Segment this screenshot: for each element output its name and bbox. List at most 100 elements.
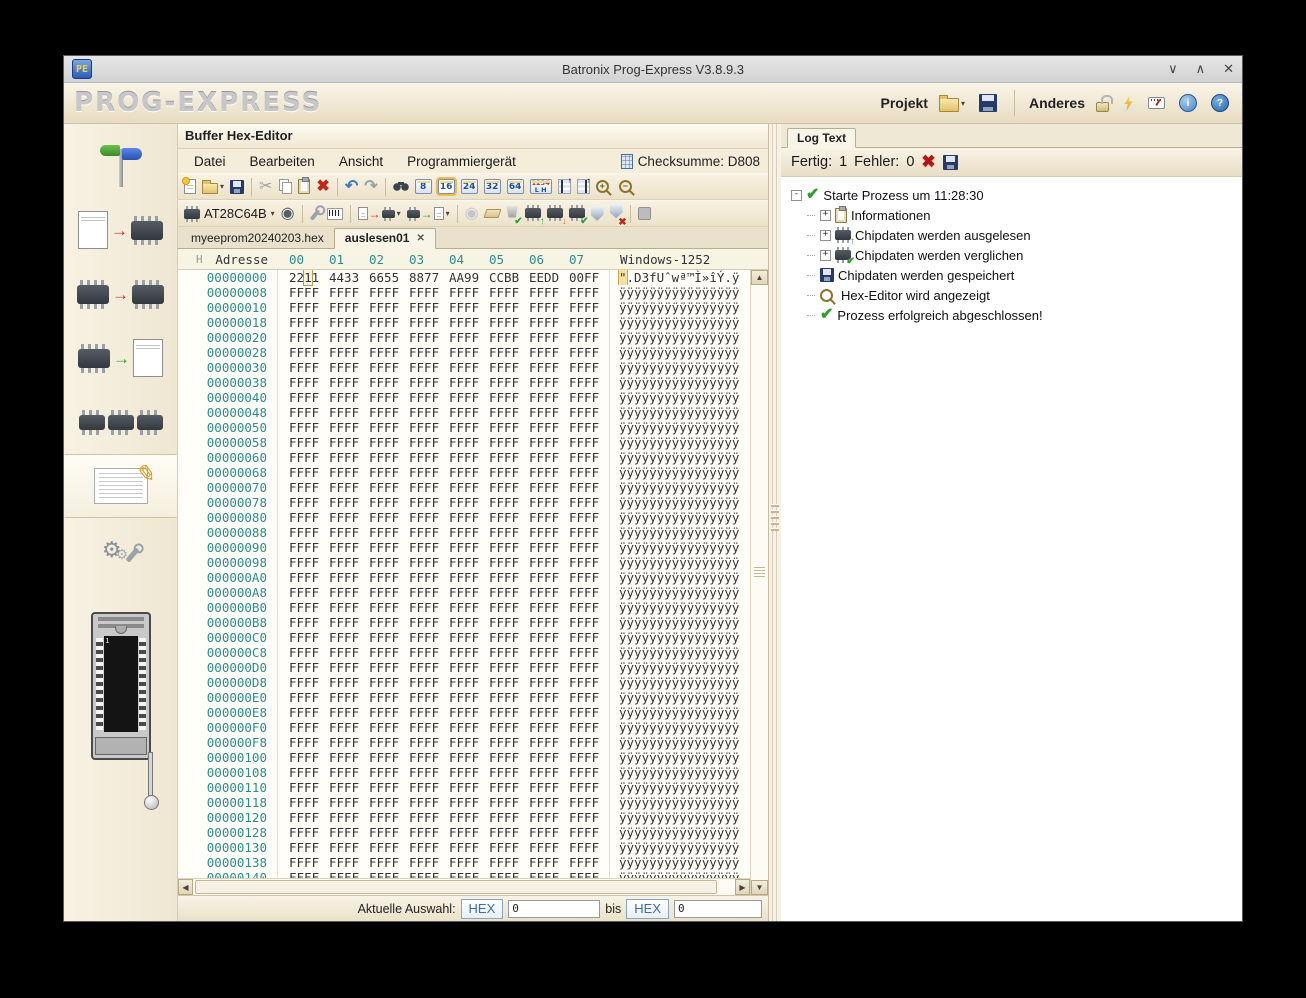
hex-row[interactable]: 00000030FFFFFFFFFFFFFFFFFFFFFFFFFFFFFFFF… [178,360,750,375]
hex-row[interactable]: 000000B0FFFFFFFFFFFFFFFFFFFFFFFFFFFFFFFF… [178,600,750,615]
hex-row[interactable]: 00000040FFFFFFFFFFFFFFFFFFFFFFFFFFFFFFFF… [178,390,750,405]
view-8-button[interactable]: 8 [413,176,434,197]
hex-row[interactable]: 000000B8FFFFFFFFFFFFFFFFFFFFFFFFFFFFFFFF… [178,615,750,630]
minimize-icon[interactable]: ∨ [1168,61,1178,77]
panel-splitter[interactable] [769,124,781,921]
write-chip-button[interactable]: →▾ [356,203,403,224]
hex-row[interactable]: 00000008FFFFFFFFFFFFFFFFFFFFFFFFFFFFFFFF… [178,285,750,300]
clear-log-icon[interactable]: ✖ [921,152,935,172]
blank-check-button[interactable]: ✔ [504,203,521,224]
hex-row[interactable]: 000000A0FFFFFFFFFFFFFFFFFFFFFFFFFFFFFFFF… [178,570,750,585]
hex-row[interactable]: 00000128FFFFFFFFFFFFFFFFFFFFFFFFFFFFFFFF… [178,825,750,840]
selection-to-input[interactable] [674,900,762,918]
tree-expander-icon[interactable]: + [820,230,831,241]
tree-expander-icon[interactable]: + [820,210,831,221]
view-lh-button[interactable]: 1234L H [528,176,554,197]
hex-row[interactable]: 000000D0FFFFFFFFFFFFFFFFFFFFFFFFFFFFFFFF… [178,660,750,675]
paste-button[interactable] [296,176,312,197]
open-project-button[interactable]: ▾ [936,93,968,114]
insert-column-right-button[interactable]: ↑ [575,176,592,197]
hex-row[interactable]: 00000090FFFFFFFFFFFFFFFFFFFFFFFFFFFFFFFF… [178,540,750,555]
log-hexeditor[interactable]: Hex-Editor wird angezeigt [791,285,1242,305]
stop-button[interactable] [636,203,653,224]
hex-row[interactable]: 00000130FFFFFFFFFFFFFFFFFFFFFFFFFFFFFFFF… [178,840,750,855]
help-button[interactable]: ? [1208,92,1232,114]
unlock-button[interactable] [1093,93,1112,114]
save-project-button[interactable] [976,92,1000,114]
log-ausgelesen[interactable]: +↑Chipdaten werden ausgelesen [791,225,1242,245]
hex-row[interactable]: 000000002211443366558877AA99CCBBEEDD00FF… [178,270,750,285]
hex-row[interactable]: 00000138FFFFFFFFFFFFFFFFFFFFFFFFFFFFFFFF… [178,855,750,870]
hex-row[interactable]: 00000088FFFFFFFFFFFFFFFFFFFFFFFFFFFFFFFF… [178,525,750,540]
menu-ansicht[interactable]: Ansicht [339,154,383,169]
sidebar-copy-chip[interactable]: → [64,262,177,326]
hex-row[interactable]: 00000048FFFFFFFFFFFFFFFFFFFFFFFFFFFFFFFF… [178,405,750,420]
hex-row[interactable]: 000000F0FFFFFFFFFFFFFFFFFFFFFFFFFFFFFFFF… [178,720,750,735]
fingerprint-disabled-button[interactable]: ◉ [463,203,481,224]
horizontal-scrollbar[interactable]: ◀ ▶ [178,878,750,895]
hex-row[interactable]: 000000C0FFFFFFFFFFFFFFFFFFFFFFFFFFFFFFFF… [178,630,750,645]
delete-button[interactable]: ✖ [314,176,331,197]
hex-row[interactable]: 00000100FFFFFFFFFFFFFFFFFFFFFFFFFFFFFFFF… [178,750,750,765]
undo-button[interactable]: ↶ [343,176,360,197]
hex-row[interactable]: 00000110FFFFFFFFFFFFFFFFFFFFFFFFFFFFFFFF… [178,780,750,795]
info-button[interactable]: i [1176,92,1200,114]
sidebar-read-chip[interactable]: → [64,326,177,390]
copy-button[interactable] [276,176,294,197]
open-button[interactable]: ▾ [200,176,226,197]
log-verglichen[interactable]: +✔Chipdaten werden verglichen [791,245,1242,265]
hex-row[interactable]: 00000068FFFFFFFFFFFFFFFFFFFFFFFFFFFFFFFF… [178,465,750,480]
close-icon[interactable]: ✕ [1223,61,1234,77]
hex-row[interactable]: 00000140FFFFFFFFFFFFFFFFFFFFFFFFFFFFFFFF… [178,870,750,878]
barcode-button[interactable] [325,203,345,224]
hex-row[interactable]: 00000010FFFFFFFFFFFFFFFFFFFFFFFFFFFFFFFF… [178,300,750,315]
cut-button[interactable]: ✂ [257,176,274,197]
hex-row[interactable]: 00000020FFFFFFFFFFFFFFFFFFFFFFFFFFFFFFFF… [178,330,750,345]
sidebar-program-chip[interactable]: → [64,198,177,262]
scroll-down-icon[interactable]: ▼ [751,880,768,895]
scroll-up-icon[interactable]: ▲ [751,270,768,285]
hex-row[interactable]: 00000060FFFFFFFFFFFFFFFFFFFFFFFFFFFFFFFF… [178,450,750,465]
scroll-right-icon[interactable]: ▶ [735,879,750,895]
menu-datei[interactable]: Datei [194,154,226,169]
view-24-button[interactable]: 24 [459,176,480,197]
splitter-grip[interactable] [771,499,779,537]
hex-row[interactable]: 000000D8FFFFFFFFFFFFFFFFFFFFFFFFFFFFFFFF… [178,675,750,690]
menu-bearbeiten[interactable]: Bearbeiten [250,154,315,169]
hex-row[interactable]: 00000078FFFFFFFFFFFFFFFFFFFFFFFFFFFFFFFF… [178,495,750,510]
sidebar-hex-editor[interactable]: ✎ [64,454,177,518]
wrench-button[interactable] [308,203,323,224]
diagnostics-button[interactable] [1145,95,1168,111]
insert-column-left-button[interactable]: ↑ [556,176,573,197]
hex-rows[interactable]: 000000002211443366558877AA99CCBBEEDD00FF… [178,270,750,878]
hex-row[interactable]: 00000058FFFFFFFFFFFFFFFFFFFFFFFFFFFFFFFF… [178,435,750,450]
zoom-in-button[interactable]: + [594,176,615,197]
sidebar-start-assistant[interactable] [64,134,177,198]
hscroll-thumb[interactable] [195,880,717,894]
hex-row[interactable]: 00000098FFFFFFFFFFFFFFFFFFFFFFFFFFFFFFFF… [178,555,750,570]
hex-row[interactable]: 000000E8FFFFFFFFFFFFFFFFFFFFFFFFFFFFFFFF… [178,705,750,720]
unprotect-button[interactable]: ✖ [608,203,625,224]
search-button[interactable] [391,176,411,197]
scroll-left-icon[interactable]: ◀ [178,879,193,895]
save-button[interactable] [228,176,246,197]
tree-expander-icon[interactable]: - [791,190,802,201]
chip-select[interactable]: AT28C64B▾ [182,203,277,224]
hex-row[interactable]: 00000050FFFFFFFFFFFFFFFFFFFFFFFFFFFFFFFF… [178,420,750,435]
hex-row[interactable]: 00000028FFFFFFFFFFFFFFFFFFFFFFFFFFFFFFFF… [178,345,750,360]
sidebar-multi-program[interactable] [64,390,177,454]
hex-row[interactable]: 000000E0FFFFFFFFFFFFFFFFFFFFFFFFFFFFFFFF… [178,690,750,705]
zoom-out-button[interactable]: − [617,176,638,197]
verify-button[interactable]: ✔ [567,203,587,224]
hex-row[interactable]: 000000A8FFFFFFFFFFFFFFFFFFFFFFFFFFFFFFFF… [178,585,750,600]
tab-close-icon[interactable]: ✕ [416,233,424,244]
vscroll-grip[interactable] [754,559,765,585]
hex-row[interactable]: 00000018FFFFFFFFFFFFFFFFFFFFFFFFFFFFFFFF… [178,315,750,330]
hex-row[interactable]: 00000118FFFFFFFFFFFFFFFFFFFFFFFFFFFFFFFF… [178,795,750,810]
selection-from-input[interactable] [508,900,600,918]
quick-actions-button[interactable] [1120,93,1137,113]
tab-auslesen01[interactable]: auslesen01✕ [334,228,436,249]
view-64-button[interactable]: 64 [505,176,526,197]
hex-row[interactable]: 00000038FFFFFFFFFFFFFFFFFFFFFFFFFFFFFFFF… [178,375,750,390]
tab-log-text[interactable]: Log Text [787,128,856,148]
